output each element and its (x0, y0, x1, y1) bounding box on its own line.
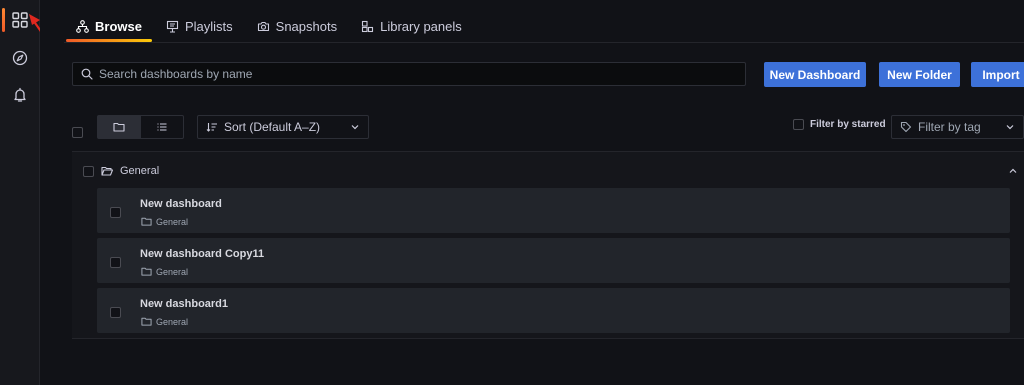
new-dashboard-button[interactable]: New Dashboard (764, 62, 866, 87)
tab-snapshots[interactable]: Snapshots (245, 10, 349, 42)
tab-browse[interactable]: Browse (64, 10, 154, 42)
chevron-down-icon (1006, 125, 1014, 130)
dashboard-folder-name: General (156, 266, 189, 277)
filter-by-tag-select[interactable]: Filter by tag (891, 115, 1024, 139)
tab-browse-label: Browse (95, 18, 142, 34)
tab-playlists[interactable]: Playlists (154, 10, 245, 42)
folder-icon (141, 217, 152, 226)
sort-amount-icon (206, 123, 217, 132)
tab-playlists-label: Playlists (184, 18, 233, 34)
filter-by-tag-placeholder: Filter by tag (918, 120, 981, 134)
folder-icon (113, 122, 125, 132)
dashboard-list-item[interactable]: New dashboard Copy11 General (97, 238, 1010, 283)
select-all-checkbox[interactable] (72, 127, 83, 138)
filter-by-starred-label: Filter by starred (810, 119, 886, 130)
tab-snapshots-label: Snapshots (275, 18, 338, 34)
dashboard-folder-name: General (156, 216, 189, 227)
nav-item-alerting[interactable] (0, 80, 40, 110)
folder-icon (141, 317, 152, 326)
dashboard-checkbox[interactable] (110, 257, 121, 268)
chevron-down-icon (351, 125, 359, 130)
dashboard-folder: General (141, 216, 188, 227)
dashboard-title[interactable]: New dashboard1 (140, 298, 228, 310)
filter-by-starred-checkbox[interactable] (793, 119, 804, 130)
folder-icon (141, 267, 152, 276)
dashboard-list-item[interactable]: New dashboard1 General (97, 288, 1010, 333)
search-input[interactable] (99, 67, 699, 81)
dashboard-folder: General (141, 316, 188, 327)
dashboard-title[interactable]: New dashboard Copy11 (140, 248, 264, 260)
tag-icon (900, 121, 912, 133)
camera-icon (257, 21, 269, 31)
dashboard-checkbox[interactable] (110, 207, 121, 218)
import-button[interactable]: Import (971, 62, 1024, 87)
chevron-up-icon[interactable] (1008, 166, 1018, 176)
tab-library-panels-label: Library panels (380, 18, 462, 34)
dashboard-list-item[interactable]: New dashboard General (97, 188, 1010, 233)
bell-icon (14, 87, 26, 102)
layout-toggle (97, 115, 184, 139)
tabs-divider (64, 42, 1024, 43)
folder-checkbox[interactable] (83, 165, 94, 177)
page-tabs: Browse Playlists Snapshots Library panel… (64, 10, 474, 42)
folder-name: General (120, 165, 160, 177)
dashboard-checkbox[interactable] (110, 307, 121, 318)
folder-open-icon (101, 166, 113, 176)
search-results: General New dashboard General New dashbo… (72, 151, 1024, 339)
dashboard-folder: General (141, 266, 188, 277)
search-icon (81, 68, 93, 80)
main-content: Browse Playlists Snapshots Library panel… (40, 0, 1024, 385)
dashboard-title[interactable]: New dashboard (140, 198, 222, 210)
list-view-button[interactable] (141, 116, 184, 138)
tab-library-panels[interactable]: Library panels (349, 10, 474, 42)
presentation-icon (166, 20, 179, 33)
sort-select[interactable]: Sort (Default A–Z) (197, 115, 369, 139)
sitemap-icon (76, 19, 89, 33)
list-icon (157, 123, 167, 131)
filter-by-starred: Filter by starred (793, 119, 886, 130)
folder-view-button[interactable] (98, 116, 141, 138)
library-panel-icon (362, 20, 374, 32)
dashboard-folder-name: General (156, 316, 189, 327)
new-folder-button[interactable]: New Folder (879, 62, 960, 87)
sort-select-label: Sort (Default A–Z) (224, 120, 321, 134)
folder-section-header[interactable]: General (83, 164, 1018, 178)
search-box (72, 62, 746, 86)
